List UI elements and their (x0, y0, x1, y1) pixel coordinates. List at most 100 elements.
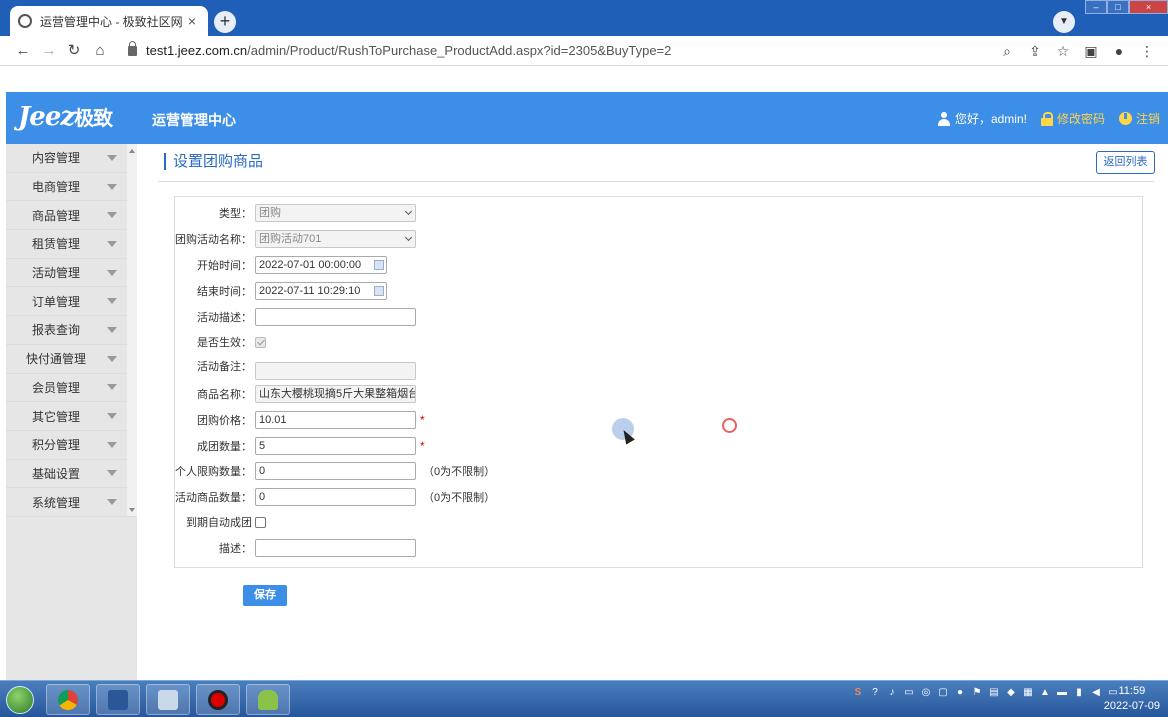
back-to-list-button[interactable]: 返回列表 (1096, 151, 1155, 174)
sidebar-item-content[interactable]: 内容管理 (6, 144, 137, 173)
menu-kebab-icon[interactable]: ⋮ (1138, 42, 1156, 60)
scroll-up-icon[interactable] (129, 149, 135, 153)
maximize-button[interactable]: □ (1107, 0, 1129, 14)
browser-tab[interactable]: 运营管理中心 - 极致社区网 × (10, 6, 208, 36)
product-name-input[interactable]: 山东大樱桃现摘5斤大果整箱烟台新鲜 (255, 385, 416, 403)
taskbar-word[interactable] (96, 684, 140, 715)
sidebar-item-lease[interactable]: 租赁管理 (6, 230, 137, 259)
folder-icon (158, 689, 178, 710)
profile-icon[interactable]: ● (1110, 42, 1128, 60)
sidebar-item-other[interactable]: 其它管理 (6, 402, 137, 431)
desc-input[interactable] (255, 539, 416, 557)
sidebar-item-quickpay[interactable]: 快付通管理 (6, 345, 137, 374)
zoom-icon[interactable]: ⌕ (998, 42, 1016, 60)
tray-s-icon[interactable]: S (852, 687, 864, 699)
sidebar-scrollbar[interactable] (127, 144, 137, 516)
auto-group-label: 到期自动成团 (186, 517, 252, 529)
url-domain: test1.jeez.com.cn (146, 43, 248, 58)
taskbar-android[interactable] (246, 684, 290, 715)
reload-icon[interactable]: ↻ (65, 42, 83, 60)
form-row-activity-qty: 活动商品数量： 0 （0为不限制） (175, 487, 495, 507)
activity-desc-input[interactable] (255, 308, 416, 326)
chevron-down-icon (107, 384, 117, 391)
form-row-is-effective: 是否生效： (175, 332, 266, 352)
activity-name-select[interactable]: 团购活动701 (255, 230, 416, 248)
taskbar-clock[interactable]: 11:59 2022-07-09 (1104, 684, 1160, 714)
sidebar-item-points[interactable]: 积分管理 (6, 431, 137, 460)
tray-flag-icon[interactable]: ⚑ (971, 687, 983, 699)
tray-help-icon[interactable]: ? (869, 687, 881, 699)
url-field[interactable]: test1.jeez.com.cn/admin/Product/RushToPu… (128, 40, 671, 58)
minimize-button[interactable]: – (1085, 0, 1107, 14)
tray-record-icon[interactable]: ● (954, 687, 966, 699)
globe-icon (18, 14, 32, 28)
title-divider (158, 181, 1154, 182)
sidebar-item-products[interactable]: 商品管理 (6, 201, 137, 231)
forward-arrow-icon[interactable]: → (40, 42, 58, 60)
end-time-input[interactable]: 2022-07-11 10:29:10 (255, 282, 387, 300)
tray-up-icon[interactable]: ▲ (1039, 687, 1051, 699)
tray-network-icon[interactable]: ◎ (920, 687, 932, 699)
form-row-activity-remark: 活动备注： (175, 358, 416, 380)
form-row-auto-group: 到期自动成团 (175, 512, 266, 532)
chevron-down-icon (107, 326, 117, 333)
tray-window-icon[interactable]: ▢ (937, 687, 949, 699)
logout-link[interactable]: 注销 (1118, 110, 1160, 127)
bookmark-star-icon[interactable]: ☆ (1054, 42, 1072, 60)
group-size-input[interactable]: 5 (255, 437, 416, 455)
sidebar-item-system[interactable]: 系统管理 (6, 488, 137, 517)
chevron-down-icon (107, 183, 117, 190)
back-arrow-icon[interactable]: ← (14, 42, 32, 60)
start-time-input[interactable]: 2022-07-01 00:00:00 (255, 256, 387, 274)
form-panel: 类型： 团购 团购活动名称： 团购活动701 开始时间： 2022-07-01 … (174, 196, 1143, 568)
tab-search-chevron-icon[interactable]: ▼ (1053, 11, 1075, 33)
sidebar-item-basic-settings[interactable]: 基础设置 (6, 460, 137, 489)
type-select[interactable]: 团购 (255, 204, 416, 222)
form-row-type: 类型： 团购 (175, 203, 416, 223)
save-button[interactable]: 保存 (243, 585, 287, 606)
activity-qty-input[interactable]: 0 (255, 488, 416, 506)
change-password-link[interactable]: 修改密码 (1040, 110, 1105, 127)
calendar-icon[interactable] (374, 286, 384, 296)
sidebar-item-members[interactable]: 会员管理 (6, 374, 137, 403)
tray-mic-icon[interactable]: ♪ (886, 687, 898, 699)
android-icon (258, 689, 278, 710)
side-panel-icon[interactable]: ▣ (1082, 42, 1100, 60)
scroll-down-icon[interactable] (129, 508, 135, 512)
sidebar-item-reports[interactable]: 报表查询 (6, 316, 137, 345)
app-title: 运营管理中心 (152, 112, 236, 128)
tray-volume-icon[interactable]: ◀ (1090, 687, 1102, 699)
personal-limit-input[interactable]: 0 (255, 462, 416, 480)
home-icon[interactable]: ⌂ (91, 42, 109, 60)
tray-display-icon[interactable]: ▭ (903, 687, 915, 699)
form-row-group-price: 团购价格： 10.01 * (175, 410, 425, 430)
sidebar-item-activities[interactable]: 活动管理 (6, 259, 137, 288)
tray-app-icon[interactable]: ▦ (1022, 687, 1034, 699)
group-price-input[interactable]: 10.01 (255, 411, 416, 429)
close-window-button[interactable]: × (1129, 0, 1168, 14)
tray-monitor-icon[interactable]: ▬ (1056, 687, 1068, 699)
sidebar-item-ecommerce[interactable]: 电商管理 (6, 173, 137, 202)
taskbar-recorder[interactable] (196, 684, 240, 715)
tray-print-icon[interactable]: ▤ (988, 687, 1000, 699)
start-button[interactable] (0, 683, 40, 716)
new-tab-button[interactable]: + (214, 11, 236, 33)
taskbar-explorer[interactable] (146, 684, 190, 715)
tab-title: 运营管理中心 - 极致社区网 (40, 14, 183, 29)
power-icon (1118, 112, 1132, 125)
address-bar: ← → ↻ ⌂ test1.jeez.com.cn/admin/Product/… (0, 36, 1168, 66)
share-icon[interactable]: ⇪ (1026, 42, 1044, 60)
tab-close-icon[interactable]: × (184, 13, 200, 29)
is-effective-checkbox[interactable] (255, 336, 266, 348)
sidebar-item-orders[interactable]: 订单管理 (6, 287, 137, 317)
calendar-icon[interactable] (374, 260, 384, 270)
taskbar-chrome[interactable] (46, 684, 90, 715)
loading-ring-icon (722, 418, 737, 433)
logo: Jeez极致 (18, 102, 113, 132)
activity-remark-textarea[interactable] (255, 362, 416, 380)
tray-chart-icon[interactable]: ▮ (1073, 687, 1085, 699)
activity-desc-label: 活动描述： (197, 312, 252, 324)
end-time-label: 结束时间： (197, 286, 252, 298)
auto-group-checkbox[interactable] (255, 516, 266, 528)
tray-shield-icon[interactable]: ◆ (1005, 687, 1017, 699)
